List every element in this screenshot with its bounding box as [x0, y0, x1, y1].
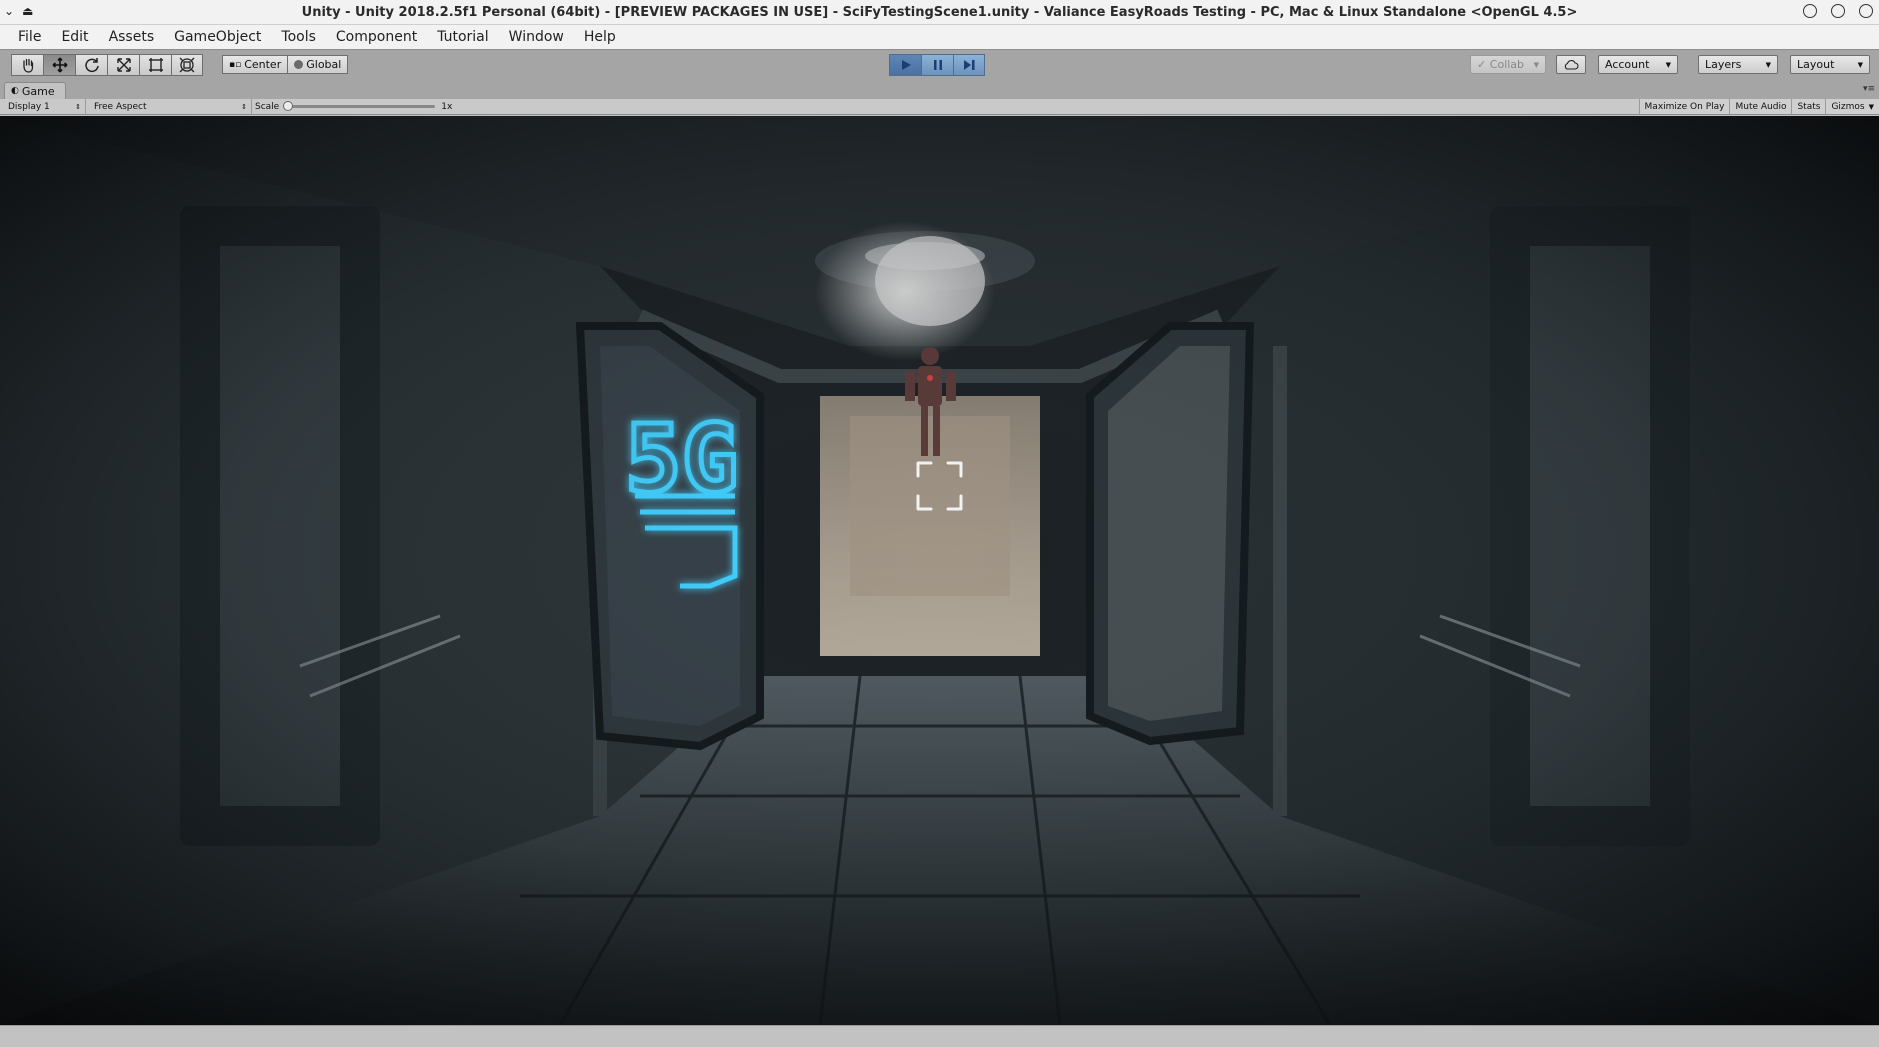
gizmos-label: Gizmos — [1831, 101, 1865, 112]
tab-game-label: Game — [21, 84, 55, 98]
menu-tools[interactable]: Tools — [271, 25, 326, 49]
menu-help[interactable]: Help — [574, 25, 626, 49]
pivot-global-button[interactable]: Global — [288, 55, 349, 74]
menu-window[interactable]: Window — [499, 25, 574, 49]
aspect-select[interactable]: Free Aspect ⇕ — [86, 99, 252, 114]
chevron-down-icon: ▼ — [1868, 102, 1874, 111]
display-select[interactable]: Display 1 ⇕ — [0, 99, 86, 114]
rotate-tool-button[interactable] — [75, 54, 107, 76]
chevron-down-icon: ▼ — [1533, 60, 1539, 69]
play-button[interactable] — [889, 54, 921, 76]
chevron-down-icon: ▼ — [1765, 60, 1771, 69]
aspect-select-value: Free Aspect — [94, 101, 147, 112]
status-bar — [0, 1025, 1879, 1047]
scale-label: Scale — [255, 101, 280, 112]
gizmos-dropdown[interactable]: Gizmos ▼ — [1825, 99, 1879, 114]
menu-bar: File Edit Assets GameObject Tools Compon… — [0, 25, 1879, 49]
window-pin-icon[interactable]: ⏏ — [22, 4, 33, 18]
scale-value: 1x — [441, 101, 453, 112]
menu-tutorial[interactable]: Tutorial — [427, 25, 498, 49]
pivot-global-label: Global — [306, 58, 342, 71]
globe-icon — [294, 60, 304, 69]
pause-button[interactable] — [921, 54, 953, 76]
layout-label: Layout — [1797, 58, 1835, 71]
close-window-button[interactable] — [1859, 4, 1873, 18]
step-button[interactable] — [953, 54, 985, 76]
window-title: Unity - Unity 2018.2.5f1 Personal (64bit… — [301, 4, 1578, 20]
menu-component[interactable]: Component — [326, 25, 427, 49]
menu-file[interactable]: File — [8, 25, 51, 49]
collab-label: Collab — [1489, 58, 1525, 71]
collab-check-icon: ✓ — [1477, 58, 1487, 71]
panel-options-icon[interactable]: ▾≡ — [1863, 84, 1875, 94]
maximize-on-play-toggle[interactable]: Maximize On Play — [1638, 99, 1730, 114]
menu-assets[interactable]: Assets — [99, 25, 165, 49]
scale-slider-thumb[interactable] — [283, 101, 294, 111]
account-label: Account — [1605, 58, 1650, 71]
scale-tool-icon — [116, 58, 131, 72]
menu-edit[interactable]: Edit — [51, 25, 98, 49]
menu-gameobject[interactable]: GameObject — [164, 25, 271, 49]
play-icon — [901, 60, 911, 70]
pivot-center-icon: ▪▫ — [229, 59, 242, 70]
window-menu-chevron-icon[interactable]: ⌄ — [4, 4, 14, 18]
transform-tools — [11, 54, 203, 76]
scale-control: Scale 1x — [255, 99, 452, 114]
scifi-corridor-scene: 5G — [0, 116, 1879, 1025]
playmode-controls — [889, 54, 985, 76]
pivot-center-button[interactable]: ▪▫ Center — [222, 55, 289, 74]
game-view-toolbar: Display 1 ⇕ Free Aspect ⇕ Scale 1x Maxim… — [0, 99, 1879, 115]
pause-icon — [933, 60, 942, 70]
cloud-icon — [1564, 60, 1579, 70]
collab-dropdown[interactable]: ✓ Collab ▼ — [1470, 55, 1546, 74]
layers-label: Layers — [1705, 58, 1742, 71]
stats-toggle[interactable]: Stats — [1791, 99, 1826, 114]
main-toolbar: ▪▫ Center Global ✓ Collab ▼ Account ▼ La… — [0, 49, 1879, 81]
move-tool-button[interactable] — [43, 54, 75, 76]
step-icon — [964, 60, 975, 70]
scale-slider[interactable] — [283, 101, 436, 111]
window-titlebar: ⌄ ⏏ Unity - Unity 2018.2.5f1 Personal (6… — [0, 0, 1879, 25]
layers-dropdown[interactable]: Layers ▼ — [1698, 55, 1778, 74]
transform-tool-button[interactable] — [171, 54, 203, 76]
transform-tool-icon — [179, 57, 195, 73]
rect-tool-icon — [148, 58, 163, 72]
pivot-center-label: Center — [244, 58, 282, 71]
tab-game[interactable]: ◐ Game — [4, 82, 66, 99]
layout-dropdown[interactable]: Layout ▼ — [1790, 55, 1870, 74]
chevron-down-icon: ▼ — [1665, 60, 1671, 69]
move-tool-icon — [52, 57, 67, 73]
updown-arrows-icon: ⇕ — [75, 102, 81, 111]
updown-arrows-icon: ⇕ — [241, 102, 247, 111]
account-dropdown[interactable]: Account ▼ — [1598, 55, 1678, 74]
display-select-value: Display 1 — [8, 101, 50, 112]
scale-tool-button[interactable] — [107, 54, 139, 76]
hand-tool-button[interactable] — [11, 54, 43, 76]
minimize-window-button[interactable] — [1803, 4, 1817, 18]
hand-tool-icon — [22, 58, 33, 73]
game-tab-row: ◐ Game ▾≡ — [0, 81, 1879, 99]
rotate-tool-icon — [84, 58, 99, 73]
chevron-down-icon: ▼ — [1857, 60, 1863, 69]
game-controller-icon: ◐ — [11, 86, 19, 96]
game-viewport[interactable]: 5G — [0, 116, 1879, 1025]
pivot-toggle-group: ▪▫ Center Global — [222, 55, 349, 74]
cloud-services-button[interactable] — [1556, 55, 1586, 74]
maximize-window-button[interactable] — [1831, 4, 1845, 18]
rect-tool-button[interactable] — [139, 54, 171, 76]
mute-audio-toggle[interactable]: Mute Audio — [1729, 99, 1792, 114]
